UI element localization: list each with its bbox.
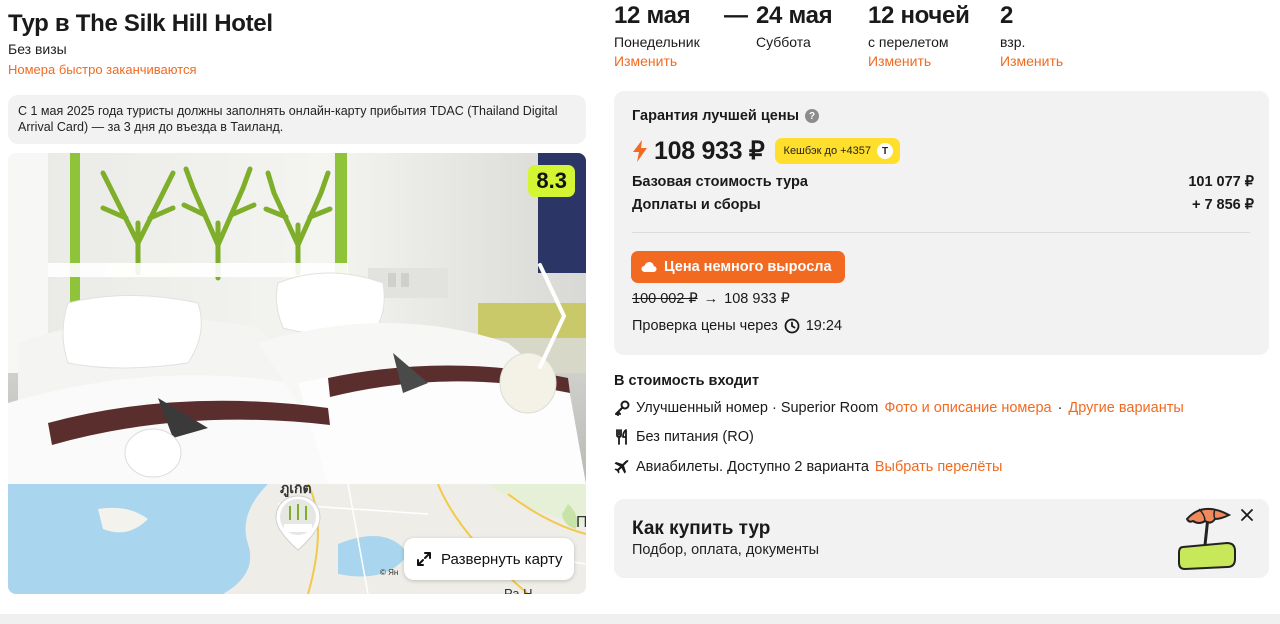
how-to-buy-banner[interactable]: Как купить тур Подбор, оплата, документы: [614, 499, 1269, 578]
hotel-map[interactable]: ภูเก็ต П Ра Н © Ян Развернуть карту: [8, 484, 586, 594]
price-change: 100 002 ₽ → 108 933 ₽: [632, 291, 790, 307]
close-icon[interactable]: [1239, 507, 1255, 523]
cashback-label: Кешбэк до +4357: [783, 145, 872, 157]
map-label-p: П: [576, 514, 586, 531]
total-price: 108 933 ₽: [654, 137, 765, 165]
arrow: →: [703, 291, 719, 307]
fees-label: Доплаты и сборы: [632, 197, 761, 213]
base-cost-row: Базовая стоимость тура 101 077 ₽: [632, 174, 1254, 190]
includes-title: В стоимость входит: [614, 373, 760, 389]
clock-icon: [784, 318, 800, 334]
includes-flights: Авиабилеты. Доступно 2 варианта Выбрать …: [614, 459, 1002, 475]
old-price: 100 002 ₽: [632, 291, 698, 307]
base-cost-value: 101 077 ₽: [1188, 174, 1254, 190]
hotel-photo[interactable]: 8.3: [8, 153, 586, 484]
how-to-buy-title: Как купить тур: [632, 518, 771, 539]
start-weekday: Понедельник: [614, 34, 700, 50]
bank-logo-icon: Т: [877, 143, 894, 159]
new-price: 108 933 ₽: [724, 291, 790, 307]
room-type: Улучшенный номер · Superior Room: [636, 400, 879, 416]
edit-nights-link[interactable]: Изменить: [868, 53, 970, 69]
room-photos-link[interactable]: Фото и описание номера: [884, 400, 1051, 416]
nights-sub: с перелетом: [868, 34, 949, 50]
date-separator: —: [724, 2, 748, 29]
price-check-timer: 19:24: [805, 318, 843, 334]
flights-info: Авиабилеты. Доступно 2 варианта: [636, 459, 869, 475]
plane-icon: [614, 460, 629, 474]
price-rise-badge: Цена немного выросла: [631, 251, 845, 283]
key-icon: [615, 400, 630, 416]
cloud-icon: [641, 262, 657, 272]
other-rooms-link[interactable]: Другие варианты: [1068, 400, 1183, 416]
expand-map-button[interactable]: Развернуть карту: [404, 538, 575, 580]
rating-badge: 8.3: [528, 165, 575, 197]
date-end: 24 мая Суббота: [756, 2, 833, 50]
edit-dates-link[interactable]: Изменить: [614, 53, 700, 69]
map-copyright: © Ян: [380, 568, 399, 577]
guests-sub: взр.: [1000, 34, 1026, 50]
date-dash: —: [724, 2, 748, 32]
base-cost-label: Базовая стоимость тура: [632, 174, 808, 190]
scarcity-notice: Номера быстро заканчиваются: [8, 62, 197, 77]
best-price-guarantee: Гарантия лучшей цены ?: [632, 108, 819, 124]
page-bottom-strip: [0, 614, 1280, 624]
divider: [632, 232, 1250, 233]
guarantee-label: Гарантия лучшей цены: [632, 108, 799, 124]
fees-value: + 7 856 ₽: [1191, 197, 1254, 213]
hotel-title: Тур в The Silk Hill Hotel: [8, 10, 273, 37]
choose-flights-link[interactable]: Выбрать перелёты: [875, 459, 1003, 475]
price-row: 108 933 ₽ Кешбэк до +4357 Т: [632, 136, 901, 166]
chevron-right-icon[interactable]: [534, 261, 570, 371]
nights-block: 12 ночей с перелетом Изменить: [868, 2, 970, 69]
expand-map-label: Развернуть карту: [441, 550, 563, 568]
date-start: 12 мая Понедельник Изменить: [614, 2, 700, 69]
end-weekday: Суббота: [756, 34, 811, 50]
map-pin-icon[interactable]: [274, 494, 322, 552]
start-date: 12 мая: [614, 2, 691, 29]
end-date: 24 мая: [756, 2, 833, 29]
price-card: Гарантия лучшей цены ? 108 933 ₽ Кешбэк …: [614, 91, 1269, 355]
guests-block: 2 взр. Изменить: [1000, 2, 1063, 69]
includes-meal: Без питания (RO): [614, 429, 754, 445]
expand-icon: [417, 552, 431, 566]
visa-info: Без визы: [8, 41, 67, 57]
beach-umbrella-icon: [1178, 508, 1236, 571]
includes-room: Улучшенный номер · Superior Room Фото и …: [614, 400, 1184, 416]
fees-row: Доплаты и сборы + 7 856 ₽: [632, 197, 1254, 213]
guests-count: 2: [1000, 2, 1014, 29]
map-label-bottom: Ра Н: [504, 586, 533, 594]
price-rise-label: Цена немного выросла: [664, 259, 832, 275]
price-check-label: Проверка цены через: [632, 318, 778, 334]
tdac-notice: С 1 мая 2025 года туристы должны заполня…: [8, 95, 586, 144]
price-check-row: Проверка цены через 19:24: [632, 318, 842, 334]
cashback-badge[interactable]: Кешбэк до +4357 Т: [774, 138, 901, 164]
meal-type: Без питания (RO): [636, 429, 754, 445]
how-to-buy-subtitle: Подбор, оплата, документы: [632, 542, 820, 558]
room-separator: ·: [1057, 400, 1063, 416]
edit-guests-link[interactable]: Изменить: [1000, 53, 1063, 69]
cutlery-icon: [616, 429, 627, 445]
question-icon[interactable]: ?: [805, 109, 819, 123]
bolt-icon: [633, 140, 647, 162]
room-photo-image: [8, 153, 586, 484]
nights-count: 12 ночей: [868, 2, 970, 29]
